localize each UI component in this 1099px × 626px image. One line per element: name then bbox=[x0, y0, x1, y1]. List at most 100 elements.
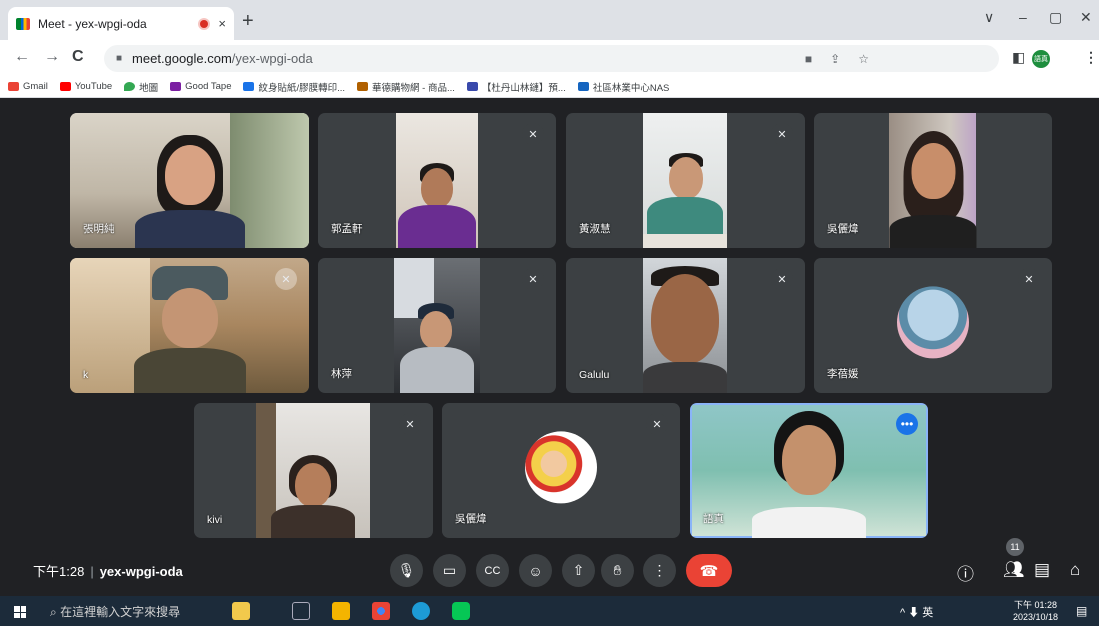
participant-tile[interactable]: ✕ 吳儷煒 bbox=[442, 403, 680, 538]
activities-icon[interactable]: ⌂ bbox=[1070, 560, 1080, 580]
windows-taskbar: ⌕ 在這裡輸入文字來搜尋 ^ ⬇ 英 下午 01:28 2023/10/18 ▤ bbox=[0, 596, 1099, 626]
participant-tile[interactable]: ✕ 黃淑慧 bbox=[566, 113, 805, 248]
participant-video bbox=[70, 258, 309, 393]
taskbar-search[interactable]: ⌕ 在這裡輸入文字來搜尋 bbox=[50, 603, 180, 620]
notification-center-icon[interactable]: ▤ bbox=[1076, 604, 1087, 618]
emoji-icon: ☺ bbox=[528, 562, 543, 579]
participant-avatar bbox=[897, 285, 969, 358]
participant-tile[interactable]: ✕ 李蓓媛 bbox=[814, 258, 1052, 393]
participant-name: 吳儷煒 bbox=[455, 513, 487, 525]
maximize-button[interactable]: ▢ bbox=[1049, 9, 1062, 26]
participant-tile-self[interactable]: ••• 語真 bbox=[690, 403, 928, 538]
meet-favicon-icon bbox=[16, 17, 30, 30]
close-window-button[interactable]: ✕ bbox=[1080, 9, 1092, 26]
meeting-stage: 張明純 ✕ 郭孟軒 ✕ 黃淑慧 吳儷煒 ✕ k ✕ 林萍 ✕ Galulu ✕ … bbox=[0, 98, 1099, 592]
clock-time: 下午 01:28 bbox=[1014, 600, 1058, 610]
more-options-button[interactable]: ⋮ bbox=[643, 554, 676, 587]
bookmark-youtube[interactable]: YouTube bbox=[59, 81, 112, 92]
browser-tab-meet[interactable]: Meet - yex-wpgi-oda × bbox=[8, 7, 234, 40]
close-tab-icon[interactable]: × bbox=[218, 16, 226, 31]
windows-start-icon[interactable] bbox=[14, 606, 26, 618]
menu-kebab-icon[interactable]: ⋮ bbox=[1084, 49, 1098, 66]
participant-name: k bbox=[83, 369, 89, 381]
meeting-control-bar: 下午1:28 | yex-wpgi-oda 🎙︎ ▭ CC ☺ ⇧ ✋︎ ⋮ ☎ ⓘ… bbox=[0, 546, 1099, 596]
browser-toolbar: ← → C ■ meet.google.com/yex-wpgi-oda ■ ⇪… bbox=[0, 40, 1099, 76]
participant-name: 語真 bbox=[703, 513, 724, 525]
bookmark-good-tape[interactable]: Good Tape bbox=[170, 81, 231, 92]
taskbar-search-placeholder: 在這裡輸入文字來搜尋 bbox=[60, 605, 181, 619]
meeting-code: yex-wpgi-oda bbox=[99, 564, 183, 579]
cortana-app-icon[interactable] bbox=[232, 602, 250, 620]
participant-avatar bbox=[525, 430, 597, 503]
mic-muted-icon: ✕ bbox=[771, 268, 793, 290]
raise-hand-button[interactable]: ✋︎ bbox=[601, 554, 634, 587]
present-icon: ⇧ bbox=[572, 562, 585, 578]
tab-search-icon[interactable]: ∨ bbox=[984, 9, 994, 26]
participant-tile[interactable]: 吳儷煒 bbox=[814, 113, 1052, 248]
participant-name: 郭孟軒 bbox=[331, 223, 363, 235]
share-icon[interactable]: ⇪ bbox=[830, 52, 840, 66]
camera-in-use-icon[interactable]: ■ bbox=[805, 52, 812, 66]
participant-name: 張明純 bbox=[83, 223, 115, 235]
participant-tile[interactable]: ✕ k bbox=[70, 258, 309, 393]
back-arrow-icon[interactable]: ← bbox=[14, 48, 30, 66]
omnibox-actions: ■ ⇪ ☆ bbox=[805, 45, 869, 72]
url-path: /yex-wpgi-oda bbox=[231, 51, 313, 66]
profile-avatar[interactable]: 語真 bbox=[1032, 50, 1050, 68]
meeting-details-icon[interactable]: ⓘ bbox=[957, 560, 974, 585]
participant-tile[interactable]: ✕ 郭孟軒 bbox=[318, 113, 556, 248]
url-host: meet.google.com bbox=[132, 51, 232, 66]
participant-tile[interactable]: ✕ Galulu bbox=[566, 258, 805, 393]
camera-button[interactable]: ▭ bbox=[433, 554, 466, 587]
bookmark-gmail[interactable]: Gmail bbox=[8, 81, 48, 92]
edge-icon[interactable] bbox=[412, 602, 430, 620]
system-tray[interactable]: ^ ⬇ 英 bbox=[900, 604, 933, 620]
participant-name: 李蓓媛 bbox=[827, 368, 859, 380]
new-tab-button[interactable]: + bbox=[242, 10, 254, 33]
bookmark-forest[interactable]: 【杜丹山林鏈】預... bbox=[466, 80, 566, 94]
taskbar-clock[interactable]: 下午 01:28 2023/10/18 bbox=[1013, 599, 1058, 623]
people-icon[interactable]: 👥︎ bbox=[1003, 560, 1025, 580]
chat-icon[interactable]: ▤ bbox=[1034, 560, 1050, 580]
minimize-button[interactable]: – bbox=[1019, 9, 1027, 25]
forward-arrow-icon[interactable]: → bbox=[44, 48, 60, 66]
hang-up-icon: ☎ bbox=[699, 562, 719, 580]
side-panel-icon[interactable]: ◧ bbox=[1012, 49, 1025, 66]
meeting-time: 下午1:28 bbox=[33, 564, 85, 579]
search-icon: ⌕ bbox=[50, 605, 61, 619]
gmail-icon bbox=[8, 82, 19, 91]
chrome-icon[interactable] bbox=[372, 602, 390, 620]
present-screen-button[interactable]: ⇧ bbox=[562, 554, 595, 587]
captions-button[interactable]: CC bbox=[476, 554, 509, 587]
more-options-icon[interactable]: ••• bbox=[896, 413, 918, 435]
bookmark-nas[interactable]: 社區林業中心NAS bbox=[577, 80, 669, 94]
bookmark-maps[interactable]: 地圖 bbox=[124, 80, 158, 94]
mic-muted-icon: ✕ bbox=[1018, 268, 1040, 290]
bookmark-tattoo[interactable]: 紋身貼紙/膠膜轉印... bbox=[243, 80, 345, 94]
participant-name: 黃淑慧 bbox=[579, 223, 611, 235]
hand-icon: ✋︎ bbox=[613, 562, 622, 578]
participant-video bbox=[692, 405, 926, 538]
participant-tile[interactable]: 張明純 bbox=[70, 113, 309, 248]
line-app-icon[interactable] bbox=[452, 602, 470, 620]
participant-tile[interactable]: ✕ kivi bbox=[194, 403, 433, 538]
mic-muted-icon: ✕ bbox=[275, 268, 297, 290]
leave-call-button[interactable]: ☎ bbox=[686, 554, 732, 587]
bookmark-shop[interactable]: 華德購物網 - 商品... bbox=[357, 80, 455, 94]
participant-video bbox=[643, 258, 727, 393]
camera-icon: ▭ bbox=[442, 562, 457, 578]
mic-muted-icon: ✕ bbox=[771, 123, 793, 145]
address-bar[interactable]: ■ meet.google.com/yex-wpgi-oda ■ ⇪ ☆ bbox=[104, 45, 999, 72]
participant-video bbox=[643, 113, 727, 248]
emoji-reaction-button[interactable]: ☺ bbox=[519, 554, 552, 587]
bookmark-star-icon[interactable]: ☆ bbox=[858, 52, 869, 66]
participant-video bbox=[396, 113, 478, 248]
file-explorer-icon[interactable] bbox=[332, 602, 350, 620]
participant-name: 吳儷煒 bbox=[827, 223, 859, 235]
participant-name: 林萍 bbox=[331, 368, 352, 380]
participant-tile[interactable]: ✕ 林萍 bbox=[318, 258, 556, 393]
task-view-icon[interactable] bbox=[292, 602, 310, 620]
reload-icon[interactable]: C bbox=[72, 48, 84, 66]
microphone-button[interactable]: 🎙︎ bbox=[390, 554, 423, 587]
recording-indicator-icon bbox=[200, 19, 209, 28]
